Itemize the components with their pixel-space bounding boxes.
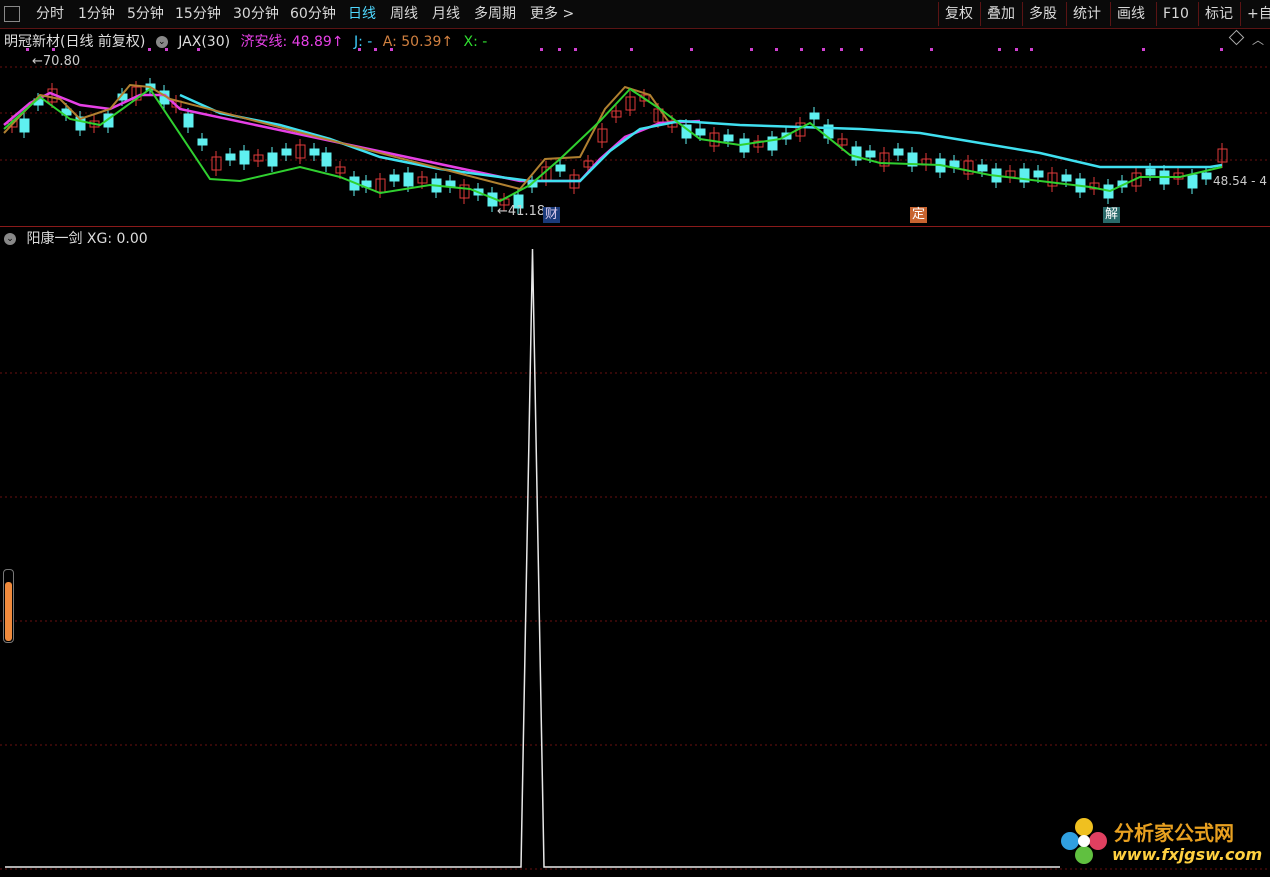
tab-1min[interactable]: 1分钟: [78, 4, 115, 24]
tab-weekly[interactable]: 周线: [390, 4, 418, 24]
candle-body: [321, 152, 332, 167]
panel-toggle-icon[interactable]: [4, 6, 20, 22]
mark-button[interactable]: 标记: [1198, 2, 1239, 26]
draw-line-button[interactable]: 画线: [1110, 2, 1151, 26]
candle-body: [555, 164, 566, 172]
jian-line: [3, 91, 701, 183]
tab-15min[interactable]: 15分钟: [175, 4, 221, 24]
watermark-url: www.fxjgsw.com: [1112, 845, 1263, 864]
signal-dot: [630, 48, 633, 51]
flower-logo-icon: [1061, 818, 1107, 864]
candle-body: [865, 150, 876, 158]
zoom-scrollbar-thumb[interactable]: [5, 582, 12, 641]
signal-dot: [26, 48, 29, 51]
signal-dot: [800, 48, 803, 51]
candle-body: [949, 160, 960, 168]
candle-body: [1187, 174, 1198, 189]
signal-dot: [1142, 48, 1145, 51]
multi-stock-button[interactable]: 多股: [1022, 2, 1063, 26]
tab-multi-period[interactable]: 多周期: [474, 4, 516, 24]
signal-dot: [822, 48, 825, 51]
tab-daily[interactable]: 日线: [348, 4, 376, 24]
candle-body: [239, 150, 250, 165]
signal-dot: [930, 48, 933, 51]
x-line: [3, 87, 1223, 203]
candle-body: [403, 172, 414, 187]
signal-dot: [558, 48, 561, 51]
tab-30min[interactable]: 30分钟: [233, 4, 279, 24]
signal-dot: [840, 48, 843, 51]
watermark-title: 分析家公式网: [1114, 821, 1234, 845]
stats-button[interactable]: 统计: [1066, 2, 1107, 26]
candle-body: [1033, 170, 1044, 178]
signal-dot: [1220, 48, 1223, 51]
candle-body: [183, 113, 194, 128]
add-custom-button[interactable]: +自: [1240, 2, 1270, 26]
signal-dot: [390, 48, 393, 51]
candle-body: [977, 164, 988, 172]
event-badge[interactable]: 定: [910, 207, 928, 223]
signal-dot: [148, 48, 151, 51]
period-toolbar: 分时 1分钟 5分钟 15分钟 30分钟 60分钟 日线 周线 月线 多周期 更…: [0, 0, 1270, 29]
candle-body: [267, 152, 278, 167]
xg-chart: [0, 248, 1270, 870]
signal-dot: [197, 48, 200, 51]
candle-body: [389, 174, 400, 182]
signal-dot: [574, 48, 577, 51]
high-price-label: ←70.80: [32, 54, 80, 69]
last-price-label: 48.54 - 4: [1213, 174, 1267, 188]
tab-5min[interactable]: 5分钟: [127, 4, 164, 24]
zoom-scrollbar[interactable]: [3, 569, 14, 643]
indicator-pane[interactable]: ⌄ 阳康一剑 XG: 0.00 分析家公式网 www.fxjgsw.com: [0, 227, 1270, 877]
signal-dot: [750, 48, 753, 51]
unlock-badge[interactable]: 解: [1103, 207, 1121, 223]
signal-dot: [860, 48, 863, 51]
candle-body: [809, 112, 820, 120]
tab-60min[interactable]: 60分钟: [290, 4, 336, 24]
tab-monthly[interactable]: 月线: [432, 4, 460, 24]
signal-dot: [690, 48, 693, 51]
overlay-button[interactable]: 叠加: [980, 2, 1021, 26]
kline-pane[interactable]: 明冠新材(日线 前复权) ⌄ JAX(30) 济安线: 48.89↑ J: - …: [0, 29, 1270, 227]
kline-chart: ←70.80 ←41.18 48.54 - 4: [0, 48, 1270, 219]
candle-body: [893, 148, 904, 156]
signal-dot: [165, 48, 168, 51]
candle-body: [1061, 174, 1072, 182]
signal-dot: [540, 48, 543, 51]
tab-more[interactable]: 更多 >: [530, 4, 574, 24]
finance-badge[interactable]: 财: [543, 207, 561, 223]
f10-button[interactable]: F10: [1156, 2, 1195, 26]
signal-dot: [775, 48, 778, 51]
candle-body: [723, 134, 734, 142]
candle-body: [225, 153, 236, 161]
xg-line: [5, 248, 1060, 868]
candle-body: [1201, 172, 1212, 180]
candle-body: [1145, 168, 1156, 176]
signal-dot: [374, 48, 377, 51]
candle-body: [197, 138, 208, 146]
candle-body: [695, 128, 706, 136]
signal-dot: [1030, 48, 1033, 51]
tab-fenshi[interactable]: 分时: [36, 4, 64, 24]
candle-body: [19, 118, 30, 133]
candle-body: [281, 148, 292, 156]
candle-body: [309, 148, 320, 156]
adjust-button[interactable]: 复权: [938, 2, 979, 26]
signal-dot: [358, 48, 361, 51]
watermark-logo: 分析家公式网 www.fxjgsw.com: [1056, 813, 1262, 869]
signal-dot: [1015, 48, 1018, 51]
signal-dot: [998, 48, 1001, 51]
signal-dot: [52, 48, 55, 51]
low-price-label: ←41.18: [497, 204, 545, 219]
